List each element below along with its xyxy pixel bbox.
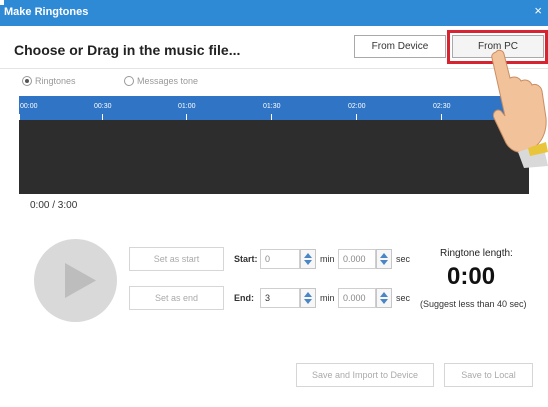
window-title: Make Ringtones	[4, 6, 89, 18]
tick-label: 00:30	[94, 103, 112, 110]
tick-label: 02:30	[433, 103, 451, 110]
ringtone-length-value: 0:00	[447, 263, 496, 290]
tick-label: 02:00	[348, 103, 366, 110]
radio-unchecked-icon	[124, 76, 134, 86]
start-min-input[interactable]: 0	[260, 249, 300, 269]
radio-messages-label: Messages tone	[137, 76, 199, 86]
radio-ringtones-label: Ringtones	[35, 76, 76, 86]
timeline-ruler: 00:00 00:30 01:00 01:30 02:00 02:30	[19, 96, 529, 120]
tick-label: 00:00	[20, 103, 38, 110]
timeline-tick: 00:00	[19, 96, 38, 120]
timeline-tick: 00:30	[94, 96, 112, 120]
close-icon[interactable]: ×	[534, 3, 542, 18]
radio-ringtones[interactable]: Ringtones	[22, 76, 76, 86]
page-title: Choose or Drag in the music file...	[14, 42, 241, 58]
start-min-stepper[interactable]	[300, 249, 316, 269]
start-sec-unit: sec	[396, 254, 411, 264]
tick-label: 01:30	[263, 103, 281, 110]
end-sec-stepper[interactable]	[376, 288, 392, 308]
from-device-button[interactable]: From Device	[354, 35, 446, 58]
end-sec-unit: sec	[396, 293, 411, 303]
ringtone-length-label: Ringtone length:	[440, 248, 513, 259]
app-icon	[0, 0, 4, 5]
tick-label: 01:00	[178, 103, 196, 110]
radio-messages-tone[interactable]: Messages tone	[124, 76, 198, 86]
end-min-stepper[interactable]	[300, 288, 316, 308]
playback-time: 0:00 / 3:00	[30, 200, 78, 211]
start-label: Start:	[234, 254, 258, 264]
waveform-panel[interactable]: 00:00 00:30 01:00 01:30 02:00 02:30	[19, 96, 529, 194]
play-icon	[65, 263, 96, 298]
save-import-device-button[interactable]: Save and Import to Device	[296, 363, 434, 387]
timeline-tick: 01:30	[263, 96, 281, 120]
radio-checked-icon	[22, 76, 32, 86]
start-min-unit: min	[320, 254, 335, 264]
header-divider	[0, 68, 548, 69]
title-bar: Make Ringtones ×	[0, 0, 548, 26]
play-button[interactable]	[34, 239, 117, 322]
end-min-input[interactable]: 3	[260, 288, 300, 308]
set-as-end-button[interactable]: Set as end	[129, 286, 224, 310]
start-sec-stepper[interactable]	[376, 249, 392, 269]
end-min-unit: min	[320, 293, 335, 303]
timeline-tick: 02:30	[433, 96, 451, 120]
save-to-local-button[interactable]: Save to Local	[444, 363, 533, 387]
ringtone-length-hint: (Suggest less than 40 sec)	[420, 299, 527, 309]
timeline-tick: 01:00	[178, 96, 196, 120]
end-sec-input[interactable]: 0.000	[338, 288, 376, 308]
start-sec-input[interactable]: 0.000	[338, 249, 376, 269]
end-label: End:	[234, 293, 254, 303]
timeline-tick: 02:00	[348, 96, 366, 120]
set-as-start-button[interactable]: Set as start	[129, 247, 224, 271]
pointing-hand-icon	[491, 49, 548, 168]
